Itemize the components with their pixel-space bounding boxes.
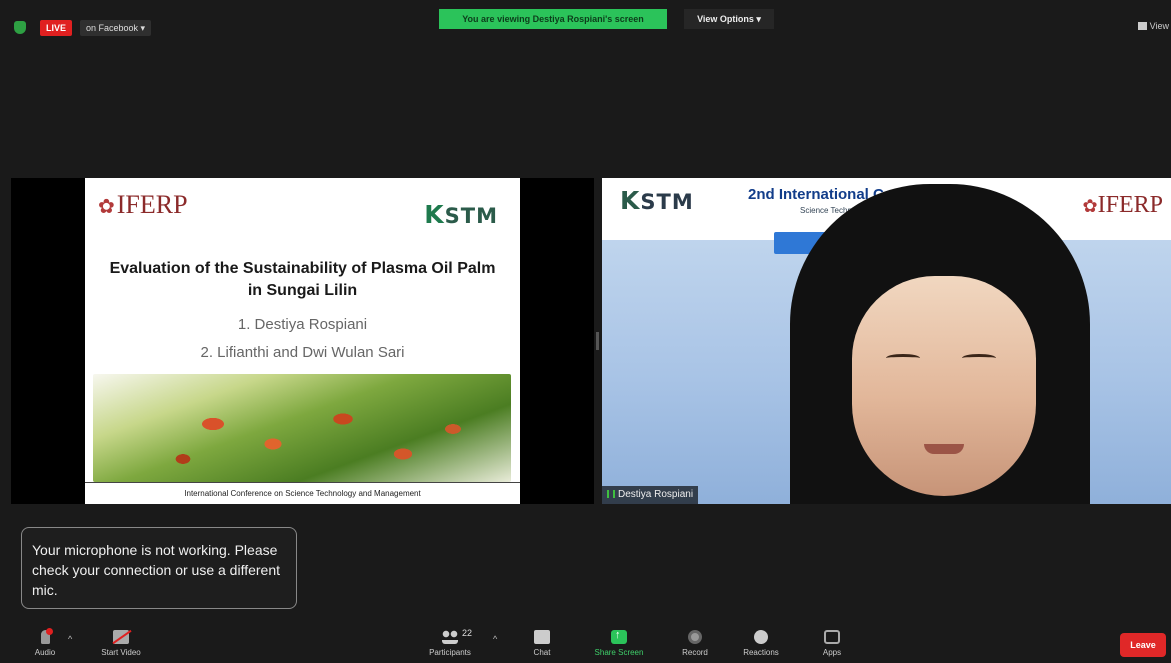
apps-label: Apps [822, 648, 842, 657]
participants-label: Participants [429, 648, 471, 657]
start-video-label: Start Video [101, 648, 141, 657]
chat-label: Chat [533, 648, 551, 657]
meeting-toolbar: ^ Audio Start Video 22 ^ Participants Ch… [0, 620, 1171, 663]
audio-button[interactable]: ^ Audio [10, 628, 80, 657]
share-screen-icon [611, 629, 627, 644]
chat-button[interactable]: Chat [507, 630, 577, 657]
signal-strength-icon [607, 490, 615, 498]
bg-kstm-k-icon: K [620, 186, 641, 215]
bg-kstm-logo: KSTM [620, 186, 694, 215]
leave-button[interactable]: Leave [1120, 633, 1166, 657]
shared-screen-tile: ✿IFERP KSTM Evaluation of the Sustainabi… [11, 178, 594, 504]
iferp-logo: ✿IFERP [98, 190, 188, 220]
video-off-icon [113, 630, 129, 644]
security-shield-icon[interactable] [14, 21, 26, 34]
apps-button[interactable]: Apps [797, 630, 867, 657]
view-options-button[interactable]: View Options ▾ [684, 9, 774, 29]
microphone-muted-icon [40, 628, 53, 644]
view-label: View [1149, 21, 1169, 31]
participants-options-caret-icon[interactable]: ^ [493, 634, 497, 644]
meeting-top-bar: LIVE on Facebook ▾ You are viewing Desti… [0, 0, 1171, 40]
smiley-icon [754, 630, 768, 644]
speaker-face [852, 276, 1036, 496]
share-screen-label: Share Screen [594, 648, 644, 657]
speaker-right-eye [962, 354, 996, 362]
bg-kstm-logo-text: STM [640, 190, 694, 214]
slide-footer: International Conference on Science Tech… [85, 482, 520, 504]
grid-view-icon [1137, 22, 1147, 30]
audio-label: Audio [34, 648, 56, 657]
speaker-person [790, 184, 1090, 504]
bg-iferp-logo: ✿IFERP [1083, 192, 1163, 219]
kstm-k-icon: K [424, 200, 445, 229]
reactions-button[interactable]: Reactions [726, 630, 796, 657]
participants-button[interactable]: 22 ^ Participants [415, 628, 497, 657]
speaker-video-tile: KSTM 2nd International C Science Techn ✿… [602, 178, 1171, 504]
kstm-logo: KSTM [424, 200, 498, 229]
palm-fruit-image [93, 374, 511, 482]
bg-iferp-logo-text: IFERP [1097, 192, 1163, 218]
record-label: Record [682, 648, 708, 657]
participant-name: Destiya Rospiani [618, 489, 694, 500]
reactions-label: Reactions [743, 648, 779, 657]
viewing-screen-banner: You are viewing Destiya Rospiani's scree… [439, 9, 667, 29]
kstm-logo-text: STM [444, 204, 498, 228]
microphone-warning-tooltip: Your microphone is not working. Please c… [21, 527, 297, 609]
live-badge[interactable]: LIVE [40, 20, 73, 36]
start-video-button[interactable]: Start Video [86, 630, 156, 657]
speaker-left-eye [886, 354, 920, 362]
share-screen-button[interactable]: Share Screen [584, 629, 654, 657]
record-icon [688, 630, 702, 644]
participant-count: 22 [462, 628, 473, 638]
participant-name-tag: Destiya Rospiani [602, 486, 699, 504]
iferp-flower-icon: ✿ [98, 196, 115, 218]
slide-author-1: 1. Destiya Rospiani [237, 316, 368, 333]
presentation-slide: ✿IFERP KSTM Evaluation of the Sustainabi… [85, 178, 520, 504]
participants-icon [442, 630, 458, 644]
slide-author-2: 2. Lifianthi and Dwi Wulan Sari [200, 344, 405, 361]
chat-icon [534, 630, 550, 644]
slide-title: Evaluation of the Sustainability of Plas… [109, 260, 496, 299]
apps-icon [824, 630, 840, 644]
record-button[interactable]: Record [660, 630, 730, 657]
iferp-logo-text: IFERP [116, 190, 188, 219]
live-destination-dropdown[interactable]: on Facebook ▾ [80, 20, 152, 36]
tile-resize-handle[interactable] [596, 332, 599, 350]
view-layout-button[interactable]: View [1137, 21, 1169, 31]
speaker-mouth [924, 444, 964, 454]
audio-options-caret-icon[interactable]: ^ [68, 634, 72, 644]
